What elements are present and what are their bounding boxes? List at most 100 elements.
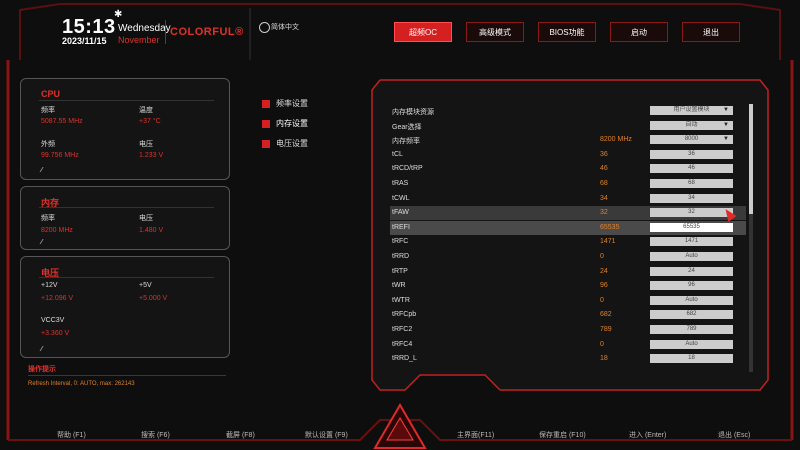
- row-current: 0: [600, 340, 604, 348]
- v12-value: +12.096 V: [41, 295, 74, 302]
- row-current: 0: [600, 253, 604, 260]
- table-row-hover[interactable]: tFAW 32 32: [390, 206, 746, 221]
- row-setting[interactable]: 46: [650, 164, 733, 174]
- default-settings-button[interactable]: 默认设置 (F9): [305, 430, 348, 440]
- row-name: tREFI: [392, 223, 410, 231]
- row-current: 18: [600, 355, 608, 363]
- operation-tip-text: Refresh Interval, 0: AUTO, max: 262143: [28, 381, 135, 387]
- menu-memory-settings[interactable]: 内存设置: [262, 118, 308, 129]
- divider: [39, 207, 214, 208]
- table-row[interactable]: tRRD 0 Auto: [390, 250, 746, 264]
- row-setting[interactable]: 32: [650, 208, 733, 218]
- row-setting[interactable]: 自动 ▼: [650, 120, 733, 130]
- table-row[interactable]: tRFC 1471 1471: [390, 235, 746, 249]
- save-restart-button[interactable]: 保存重启 (F10): [539, 430, 586, 440]
- row-name: tRCD/tRP: [392, 165, 423, 173]
- cpu-temp-value: +37 °C: [139, 118, 161, 125]
- scrollbar-thumb[interactable]: [749, 104, 753, 214]
- row-current: 34: [600, 194, 608, 202]
- table-row[interactable]: tRCD/tRP 46 46: [390, 162, 746, 176]
- table-row[interactable]: tRFC4 0 Auto: [390, 338, 746, 352]
- tab-oc[interactable]: 超频OC: [394, 22, 452, 42]
- row-setting[interactable]: 34: [650, 193, 733, 203]
- memory-panel: 内存 频率 8200 MHz 电压 1.480 V ⁄⁄⁄⁄: [20, 186, 230, 250]
- row-current: 682: [600, 311, 612, 319]
- row-current: 8200 MHz: [600, 136, 632, 144]
- table-row[interactable]: tRFCpb 682 682: [390, 308, 746, 322]
- menu-voltage-settings[interactable]: 电压设置: [262, 138, 308, 149]
- row-setting[interactable]: 18: [650, 354, 733, 364]
- cpu-title: CPU: [41, 89, 61, 99]
- divider: [28, 375, 226, 376]
- row-setting[interactable]: 96: [650, 281, 733, 291]
- main-screen-button[interactable]: 主界面(F11): [457, 430, 494, 440]
- v12-label: +12V: [41, 282, 58, 289]
- row-setting-input[interactable]: 65535: [650, 222, 733, 232]
- table-row[interactable]: 内存模块资源 用户设置模块 ▼: [390, 104, 746, 118]
- table-row[interactable]: tCL 36 36: [390, 148, 746, 162]
- enter-button[interactable]: 进入 (Enter): [629, 430, 666, 440]
- row-current: 65535: [600, 223, 620, 231]
- row-name: tRRD: [392, 253, 410, 260]
- memory-freq-label: 频率: [41, 215, 55, 222]
- row-setting[interactable]: 8000 ▼: [650, 135, 733, 145]
- square-icon: [262, 119, 270, 128]
- row-setting[interactable]: Auto: [650, 295, 733, 305]
- tab-boot[interactable]: 启动: [610, 22, 668, 42]
- divider: [39, 277, 214, 278]
- memory-volt-value: 1.480 V: [139, 227, 164, 234]
- row-setting[interactable]: 1471: [650, 237, 733, 247]
- table-row[interactable]: Gear选择 自动 ▼: [390, 119, 746, 133]
- menu-label: 电压设置: [276, 139, 308, 148]
- menu-label: 内存设置: [276, 119, 308, 128]
- row-name: tRFC2: [392, 326, 413, 333]
- help-button[interactable]: 帮助 (F1): [57, 430, 86, 440]
- voltage-panel: 电压 +12V +12.096 V +5V +5.000 V VCC3V +3.…: [20, 256, 230, 358]
- table-row[interactable]: tCWL 34 34: [390, 192, 746, 206]
- table-row[interactable]: tRFC2 789 789: [390, 323, 746, 337]
- table-row[interactable]: tRTP 24 24: [390, 265, 746, 279]
- row-setting[interactable]: 789: [650, 325, 733, 334]
- row-setting[interactable]: Auto: [650, 339, 733, 349]
- screenshot-button[interactable]: 截屏 (F8): [226, 430, 255, 440]
- table-row-selected[interactable]: tREFI 65535 65535: [390, 220, 746, 235]
- tab-exit[interactable]: 退出: [682, 22, 740, 42]
- row-name: 内存模块资源: [392, 109, 434, 116]
- exit-button[interactable]: 退出 (Esc): [718, 430, 750, 440]
- row-current: 789: [600, 326, 612, 333]
- search-button[interactable]: 搜索 (F6): [141, 430, 170, 440]
- language-selector[interactable]: 简体中文: [271, 22, 299, 32]
- row-setting[interactable]: 用户设置模块 ▼: [650, 106, 733, 115]
- menu-label: 频率设置: [276, 99, 308, 108]
- globe-icon[interactable]: [259, 22, 270, 33]
- weekday: Wednesday: [118, 23, 171, 34]
- date: 2023/11/15: [62, 36, 107, 46]
- row-setting[interactable]: 24: [650, 266, 733, 276]
- dropdown-arrow-icon: ▼: [723, 107, 729, 113]
- table-row[interactable]: tRRD_L 18 18: [390, 352, 746, 366]
- row-current: 36: [600, 150, 608, 158]
- row-setting[interactable]: 682: [650, 310, 733, 320]
- tab-bios-features[interactable]: BIOS功能: [538, 22, 596, 42]
- cpu-bclk-value: 99.756 MHz: [41, 152, 79, 159]
- row-current: 0: [600, 296, 604, 304]
- row-name: tCL: [392, 150, 403, 158]
- tab-advanced[interactable]: 高级模式: [466, 22, 524, 42]
- table-row[interactable]: 内存频率 8200 MHz 8000 ▼: [390, 133, 746, 147]
- operation-tip-title: 操作提示: [28, 366, 56, 373]
- table-row[interactable]: tWTR 0 Auto: [390, 294, 746, 308]
- cpu-freq-value: 5087.55 MHz: [41, 118, 83, 125]
- row-setting[interactable]: Auto: [650, 252, 733, 261]
- cpu-temp-label: 温度: [139, 107, 153, 114]
- table-row[interactable]: tRAS 68 68: [390, 177, 746, 191]
- row-current: 46: [600, 165, 608, 173]
- row-setting[interactable]: 68: [650, 179, 733, 188]
- menu-frequency-settings[interactable]: 频率设置: [262, 98, 308, 109]
- month: November: [118, 35, 160, 45]
- table-row[interactable]: tWR 96 96: [390, 279, 746, 293]
- cpu-volt-value: 1.233 V: [139, 152, 164, 159]
- row-setting[interactable]: 36: [650, 149, 733, 159]
- cpu-bclk-label: 外频: [41, 141, 55, 148]
- dropdown-arrow-icon: ▼: [723, 136, 729, 143]
- cpu-volt-label: 电压: [139, 141, 153, 148]
